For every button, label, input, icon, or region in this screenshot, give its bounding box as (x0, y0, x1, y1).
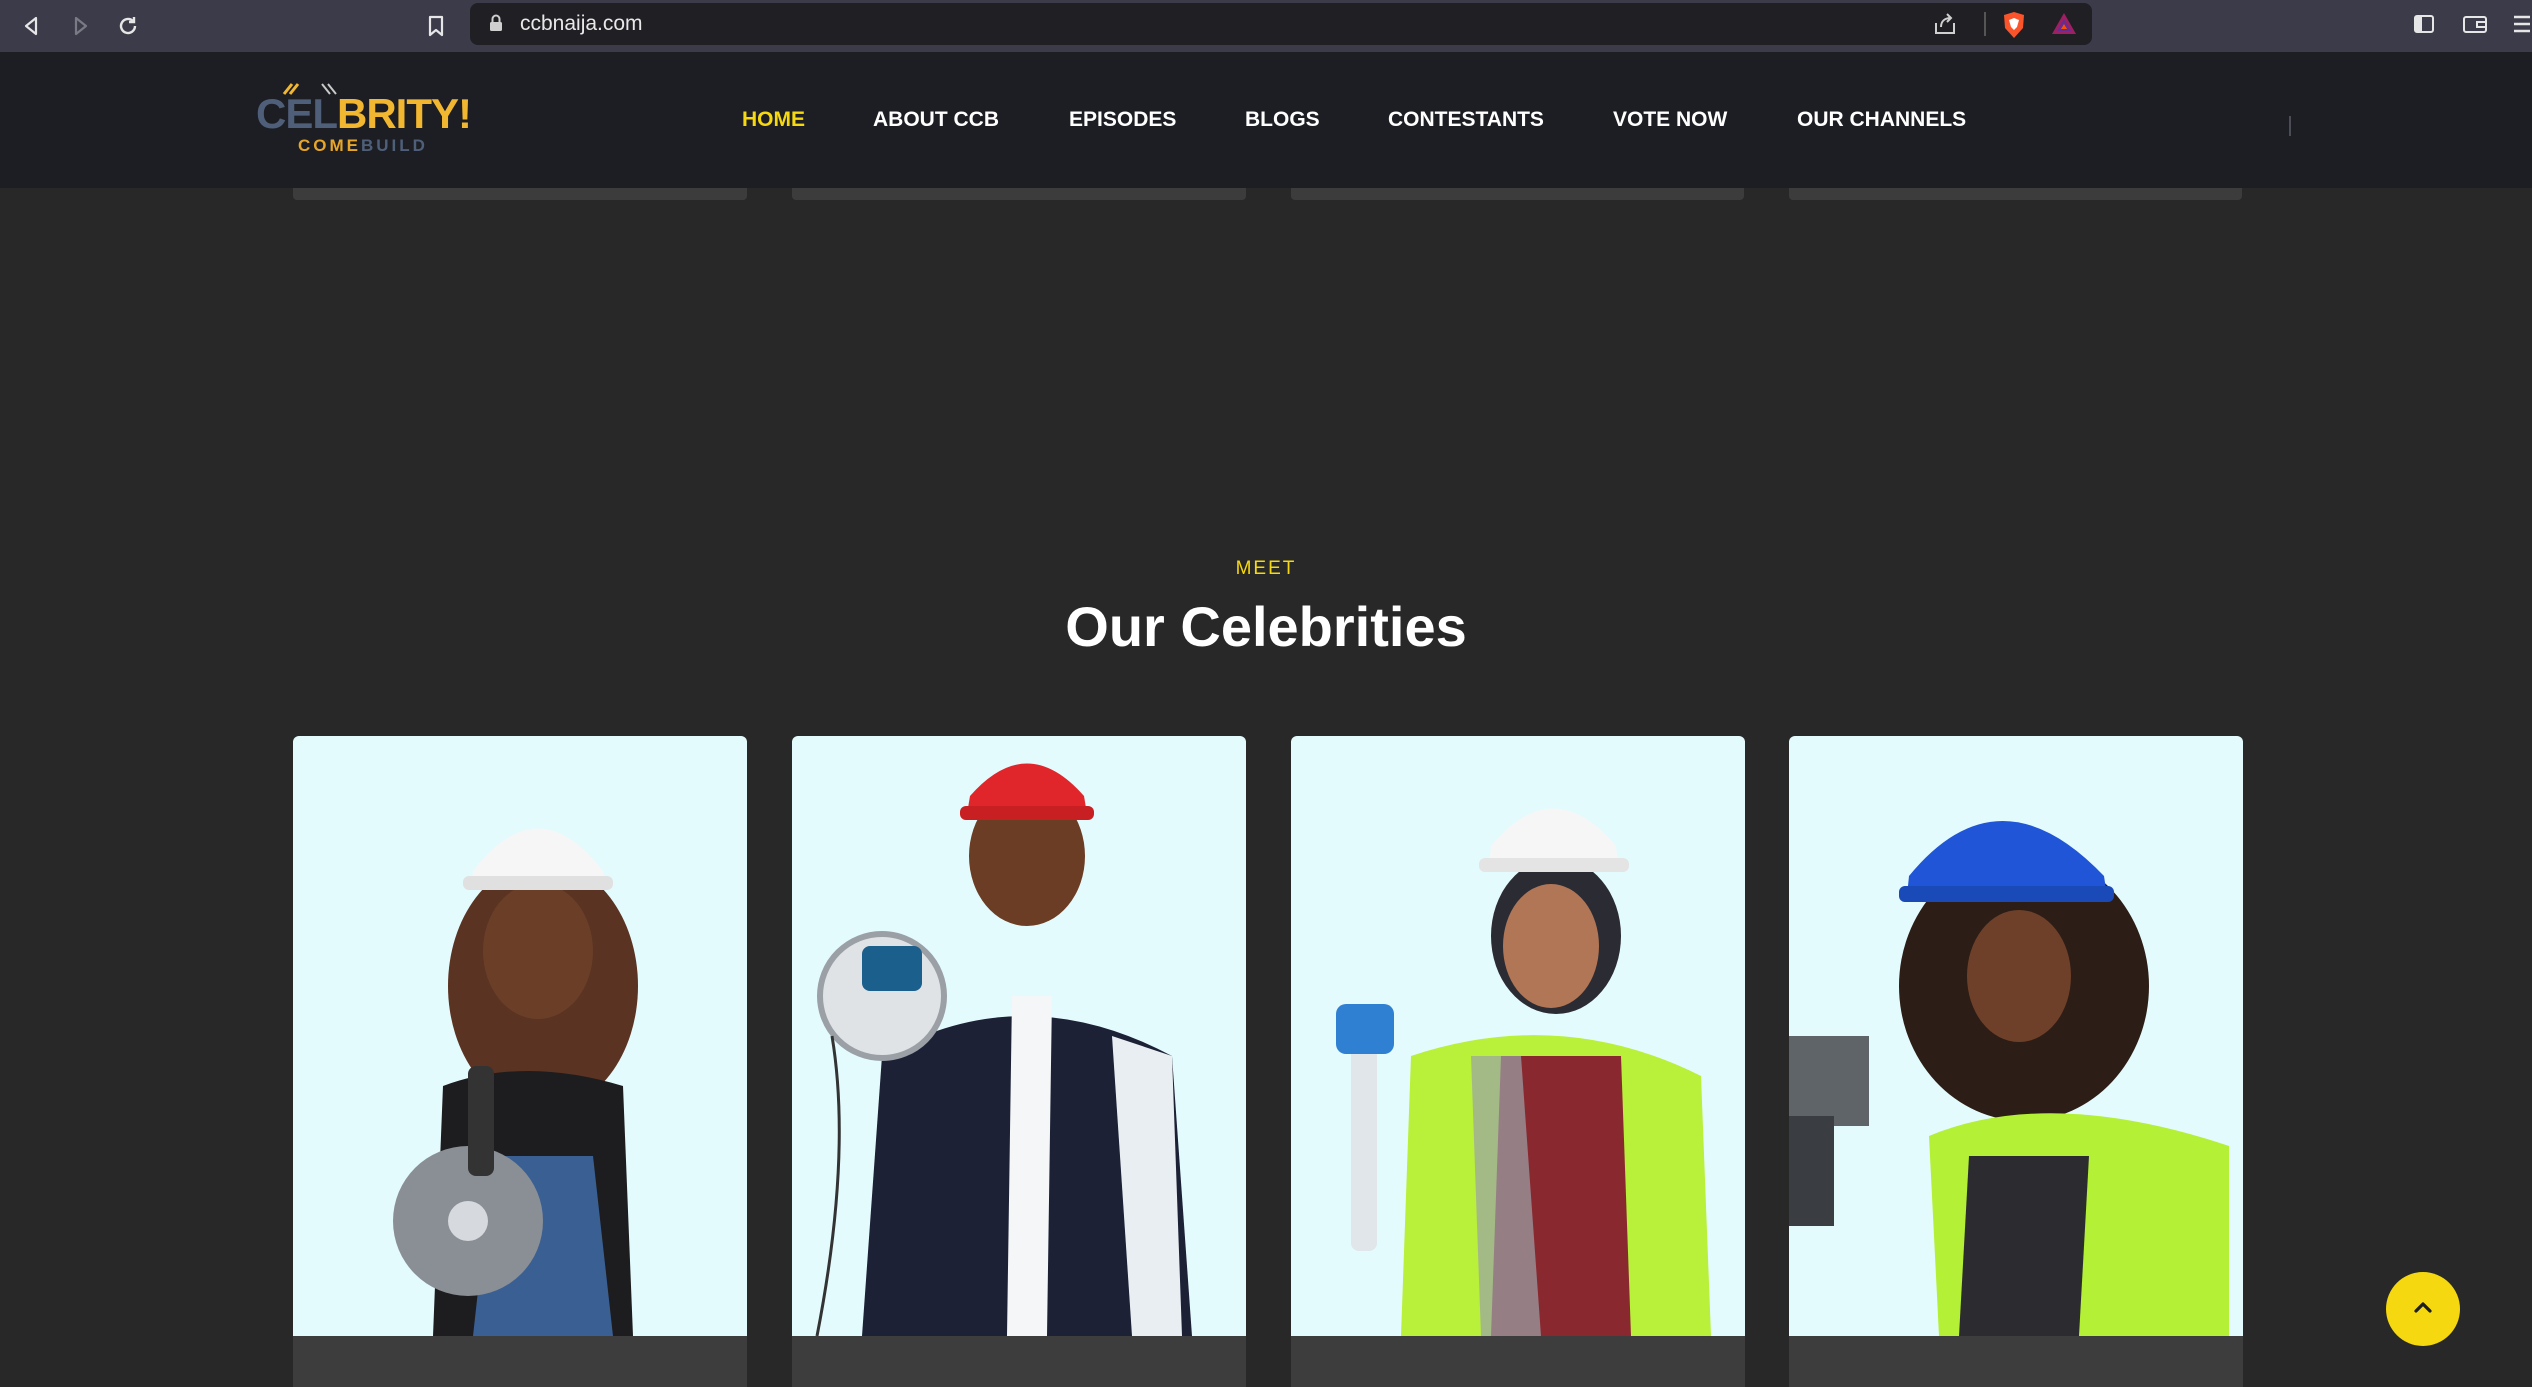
reload-icon[interactable] (110, 8, 146, 44)
nav-item-our-channels[interactable]: OUR CHANNELS (1797, 108, 1966, 132)
celebrity-card[interactable] (792, 736, 1246, 1387)
celebrity-card[interactable] (293, 736, 747, 1387)
celebrity-photo[interactable] (1291, 736, 1745, 1336)
brave-shield-icon[interactable] (2000, 10, 2028, 45)
nav-item-about-ccb[interactable]: ABOUT CCB (873, 108, 999, 132)
lock-icon (488, 13, 504, 38)
celebrity-caption (293, 1336, 747, 1387)
browser-toolbar: ccbnaija.com (0, 0, 2532, 52)
site-logo[interactable]: CELBRITY! COMEBUILD (256, 82, 472, 160)
menu-icon[interactable] (2512, 12, 2532, 41)
forward-icon[interactable] (62, 8, 98, 44)
celebrity-caption (792, 1336, 1246, 1387)
logo-text-come: COME (298, 136, 361, 155)
site-header: CELBRITY! COMEBUILD HOME ABOUT CCB EPISO… (0, 52, 2532, 188)
address-bar[interactable]: ccbnaija.com (470, 3, 2092, 45)
section-eyebrow: MEET (1235, 558, 1297, 579)
nav-item-episodes[interactable]: EPISODES (1069, 108, 1176, 132)
celebrity-photo[interactable] (1789, 736, 2243, 1336)
nav-item-vote-now[interactable]: VOTE NOW (1613, 108, 1727, 132)
celebrity-caption (1291, 1336, 1745, 1387)
address-bar-divider (1984, 12, 1986, 36)
back-icon[interactable] (14, 8, 50, 44)
nav-item-contestants[interactable]: CONTESTANTS (1388, 108, 1544, 132)
wallet-icon[interactable] (2462, 12, 2488, 41)
sidebar-icon[interactable] (2412, 12, 2436, 41)
celebrity-photo[interactable] (293, 736, 747, 1336)
share-icon[interactable] (1932, 11, 1958, 42)
bookmark-icon[interactable] (418, 8, 454, 44)
card-stub (1291, 188, 1744, 200)
celebrity-photo[interactable] (792, 736, 1246, 1336)
celebrity-card[interactable] (1789, 736, 2243, 1387)
section-title: Our Celebrities (1065, 595, 1467, 658)
celebrity-card[interactable] (1291, 736, 1745, 1387)
scroll-to-top-button[interactable] (2386, 1272, 2460, 1346)
logo-subtitle: COMEBUILD (298, 136, 428, 156)
chevron-up-icon (2412, 1300, 2434, 1319)
header-divider (2289, 116, 2291, 136)
card-stub (293, 188, 747, 200)
nav-item-blogs[interactable]: BLOGS (1245, 108, 1320, 132)
logo-text-brity: BRITY! (337, 90, 472, 137)
logo-text-cel: CEL (256, 90, 338, 137)
celebrity-caption (1789, 1336, 2243, 1387)
nav-item-home[interactable]: HOME (742, 108, 805, 132)
bat-rewards-icon[interactable] (2050, 11, 2078, 42)
url-text: ccbnaija.com (520, 12, 643, 35)
logo-wordmark: CELBRITY! (256, 90, 472, 138)
card-stub (1789, 188, 2242, 200)
card-stub (792, 188, 1246, 200)
logo-text-build: BUILD (361, 136, 428, 155)
